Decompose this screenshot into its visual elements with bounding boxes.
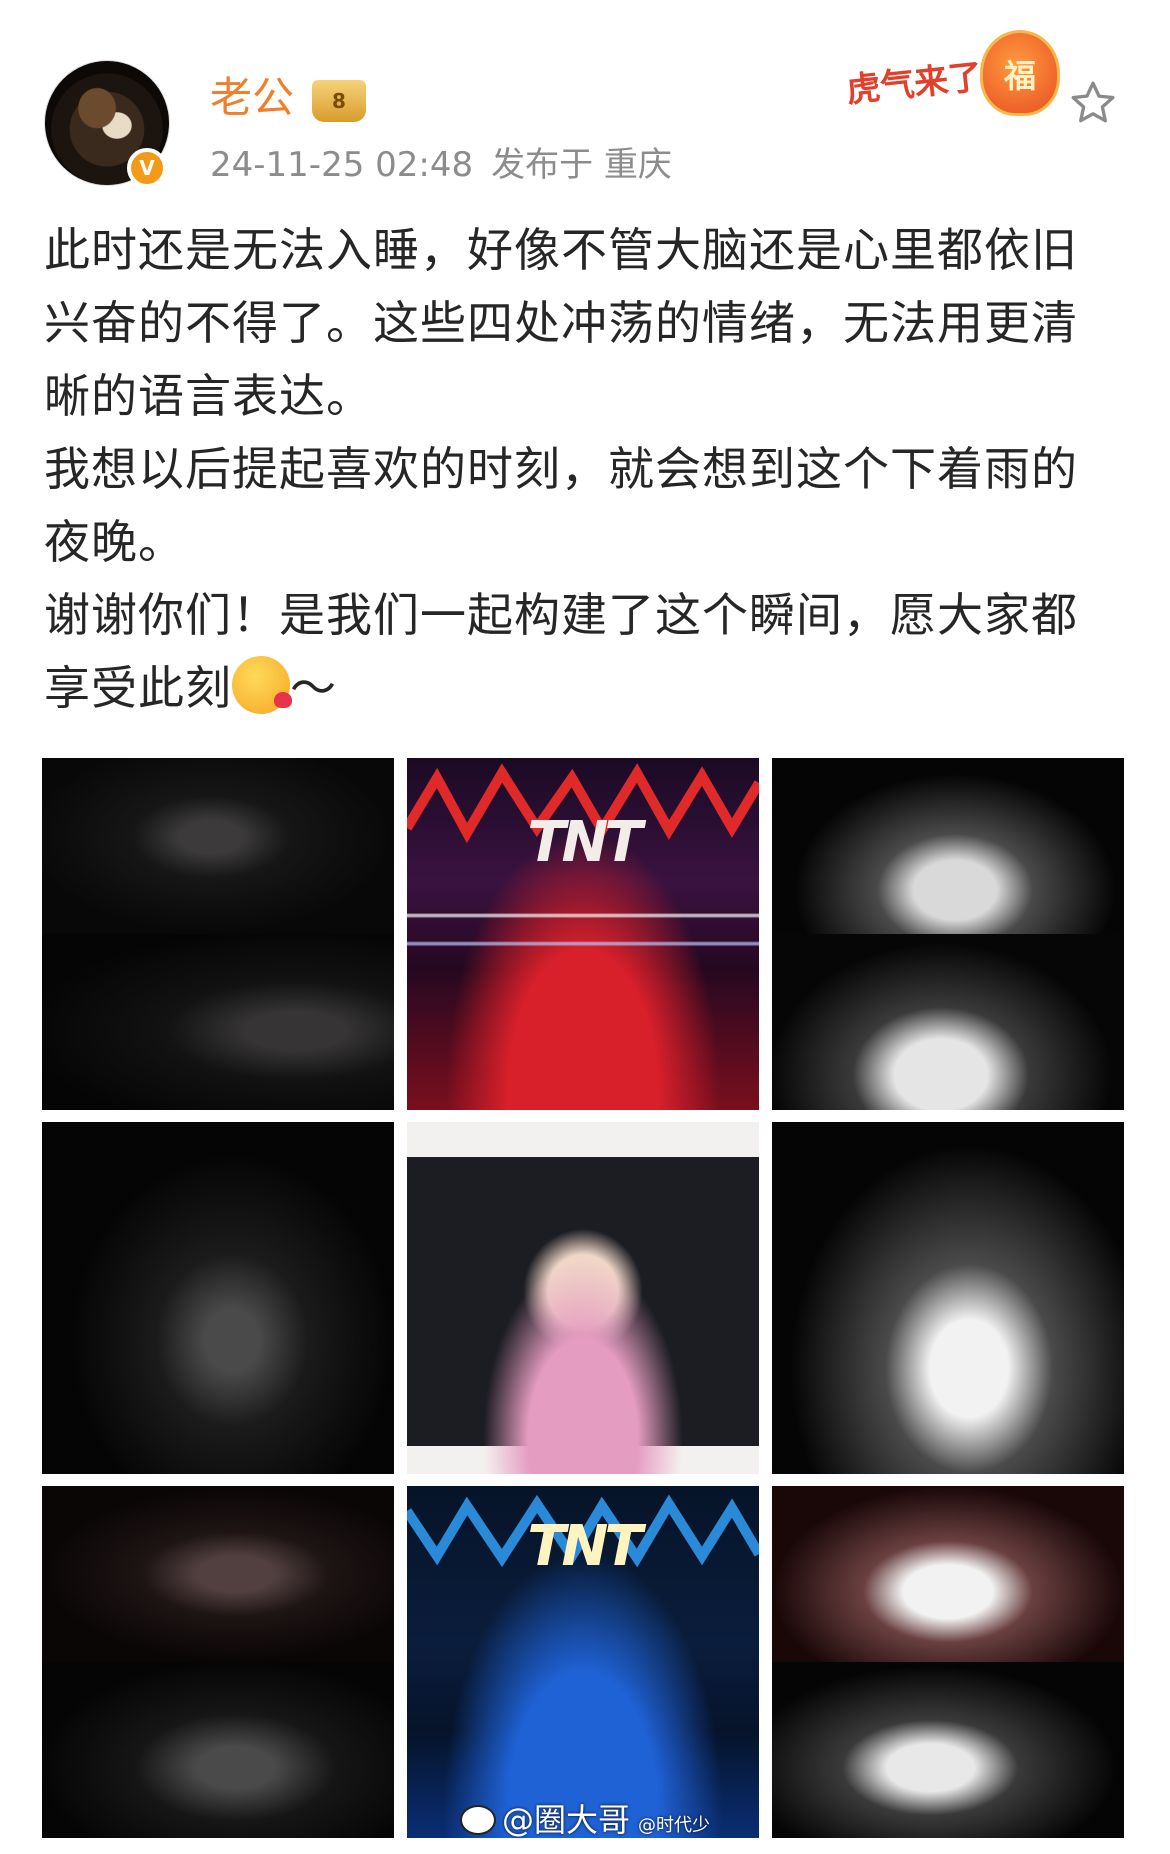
photo-panel <box>772 1662 1124 1838</box>
photo-panel <box>772 1486 1124 1662</box>
verified-badge-icon: V <box>127 148 167 188</box>
weibo-logo-icon <box>460 1805 496 1835</box>
photo-tile-1[interactable] <box>42 758 394 1110</box>
photo-tile-3[interactable] <box>772 758 1124 1110</box>
tnt-logo: TNT <box>527 1514 642 1579</box>
photo-tile-4[interactable] <box>42 1122 394 1474</box>
star-outline-icon[interactable] <box>1068 78 1118 128</box>
post-timestamp: 24-11-25 02:48 <box>210 145 474 185</box>
tnt-logo: TNT <box>527 810 642 875</box>
fortune-badge-icon: 福 <box>980 30 1060 116</box>
photo-tile-5[interactable] <box>407 1122 759 1474</box>
image-grid: TNT TNT <box>42 758 1128 1854</box>
post-paragraph: 我想以后提起喜欢的时刻，就会想到这个下着雨的夜晚。 <box>44 442 1078 569</box>
photo-panel <box>772 934 1124 1110</box>
weibo-watermark: @圈大哥 @时代少 <box>460 1800 710 1846</box>
post-body: 此时还是无法入睡，好像不管大脑还是心里都依旧兴奋的不得了。这些四处冲荡的情绪，无… <box>44 214 1124 725</box>
watermark-main: @圈大哥 <box>502 1801 631 1839</box>
photo-tile-6[interactable] <box>772 1122 1124 1474</box>
promo-text: 虎气来了 <box>844 56 985 111</box>
post-paragraph-text: 谢谢你们！是我们一起构建了这个瞬间，愿大家都享受此刻 <box>44 588 1078 715</box>
photo-tile-9[interactable] <box>772 1486 1124 1838</box>
photo-tile-8[interactable]: TNT <box>407 1486 759 1838</box>
watermark-secondary: @时代少 <box>638 1815 711 1836</box>
post-paragraph: 谢谢你们！是我们一起构建了这个瞬间，愿大家都享受此刻～ <box>44 579 1124 725</box>
vip-crown-icon: 8 <box>312 80 366 122</box>
kissing-face-emoji-icon <box>232 656 292 714</box>
author-name[interactable]: 老公 <box>210 72 294 124</box>
photo-panel <box>42 1662 394 1838</box>
photo-panel <box>42 1486 394 1662</box>
photo-panel <box>42 934 394 1110</box>
photo-panel <box>772 758 1124 934</box>
photo-tile-7[interactable] <box>42 1486 394 1838</box>
post-location: 发布于 重庆 <box>491 145 672 185</box>
promo-sticker[interactable]: 虎气来了 福 <box>844 30 1066 120</box>
post-paragraph-suffix: ～ <box>290 661 337 715</box>
photo-tile-2[interactable]: TNT <box>407 758 759 1110</box>
post-meta: 24-11-25 02:48 发布于 重庆 <box>210 144 672 186</box>
post-paragraph: 此时还是无法入睡，好像不管大脑还是心里都依旧兴奋的不得了。这些四处冲荡的情绪，无… <box>44 223 1078 423</box>
photo-panel <box>42 758 394 934</box>
